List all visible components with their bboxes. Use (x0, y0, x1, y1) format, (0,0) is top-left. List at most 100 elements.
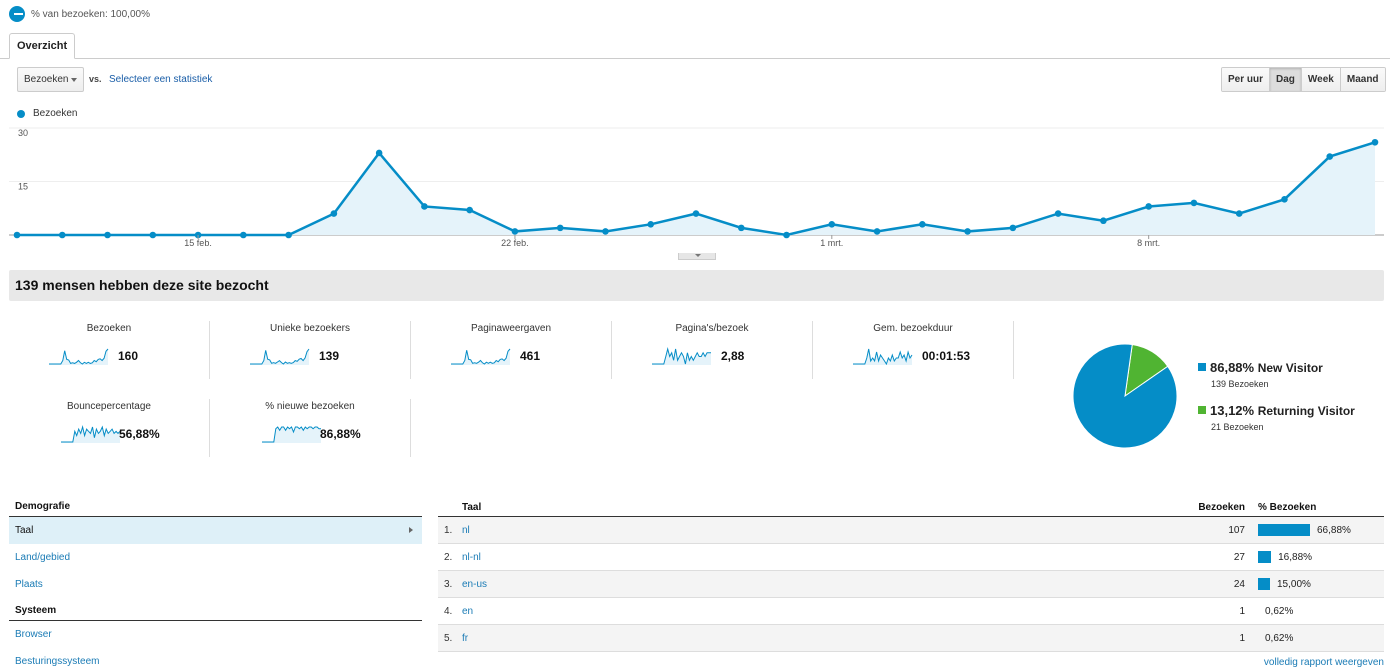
data-point (421, 203, 428, 210)
row-pct: 0,62% (1265, 606, 1294, 617)
row-visits: 24 (1233, 579, 1245, 590)
nav-item-os[interactable]: Besturingssysteem (9, 648, 422, 670)
row-pct: 0,62% (1265, 633, 1294, 644)
tab-overview[interactable]: Overzicht (9, 33, 76, 59)
row-language-link[interactable]: en (462, 606, 473, 617)
system-header: Systeem (9, 604, 422, 621)
data-point (556, 224, 564, 232)
data-point (58, 231, 66, 239)
row-language-link[interactable]: en-us (462, 579, 487, 590)
col-header-visits[interactable]: Bezoeken (1198, 502, 1245, 513)
select-metric-link[interactable]: Selecteer een statistiek (109, 74, 212, 85)
metric-tile[interactable]: Unieke bezoekers 139 (210, 321, 410, 379)
data-point (737, 224, 745, 232)
visits-line-chart[interactable]: 30 15 15 feb. 22 feb. 1 mrt. 8 mrt. (0, 120, 1390, 255)
row-visits: 1 (1239, 606, 1245, 617)
period-hour-button[interactable]: Per uur (1222, 68, 1270, 91)
period-week-button[interactable]: Week (1300, 68, 1340, 91)
segment-indicator[interactable]: % van bezoeken: 100,00% (9, 6, 150, 22)
data-point (783, 231, 790, 239)
nav-item-country[interactable]: Land/gebied (9, 544, 422, 571)
table-row: 3. en-us 24 15,00% (438, 571, 1384, 598)
metric-title: Unieke bezoekers (269, 323, 351, 334)
sparkline-area (61, 427, 120, 443)
metric-value: 56,88% (119, 427, 160, 441)
row-language-link[interactable]: nl-nl (462, 552, 481, 563)
data-point (1371, 138, 1379, 146)
legend-swatch (1198, 406, 1206, 414)
row-index: 3. (444, 579, 453, 590)
x-tick-label: 15 feb. (184, 238, 212, 248)
visitor-type-pie[interactable] (1071, 342, 1179, 450)
nav-item-city[interactable]: Plaats (9, 571, 422, 598)
row-index: 4. (444, 606, 453, 617)
x-tick-label: 8 mrt. (1137, 238, 1160, 248)
metric-tile[interactable]: Bouncepercentage 56,88% (9, 399, 209, 457)
metric-value: 461 (520, 349, 541, 363)
sparkline-area (250, 349, 309, 365)
data-point (828, 221, 836, 228)
metric-tile[interactable]: Gem. bezoekduur 00:01:53 (813, 321, 1013, 379)
chevron-down-icon (71, 78, 77, 82)
row-pct: 15,00% (1277, 579, 1311, 590)
col-header-language: Taal (462, 502, 482, 513)
row-language-link[interactable]: fr (462, 633, 468, 644)
row-language-link[interactable]: nl (462, 525, 470, 536)
data-point (511, 228, 519, 235)
data-point (1235, 210, 1243, 217)
legend-label: Returning Visitor (1257, 404, 1355, 418)
metric-tile[interactable]: Bezoeken 160 (9, 321, 209, 379)
legend-swatch (1198, 363, 1206, 371)
data-point (330, 210, 338, 217)
table-row: 5. fr 1 0,62% (438, 625, 1384, 652)
row-index: 5. (444, 633, 453, 644)
legend-pct: 13,12% (1210, 403, 1258, 418)
metric-tile[interactable]: Pagina's/bezoek 2,88 (612, 321, 812, 379)
row-pct: 66,88% (1317, 525, 1351, 536)
tab-bar: Overzicht (0, 33, 1390, 59)
data-point (375, 149, 383, 157)
full-report-link[interactable]: volledig rapport weergeven (1264, 657, 1384, 668)
tile-divider (410, 399, 411, 457)
period-day-button[interactable]: Dag (1269, 68, 1301, 91)
x-tick-label: 22 feb. (501, 238, 529, 248)
data-point (240, 231, 247, 239)
sparkline (652, 347, 711, 365)
sparkline (262, 426, 321, 443)
sparkline (451, 348, 511, 365)
row-pct-bar (1258, 524, 1310, 536)
table-row: 1. nl 107 66,88% (438, 517, 1384, 544)
metric-value: 86,88% (320, 427, 361, 441)
metric-title: Pagina's/bezoek (675, 323, 749, 334)
nav-item-language[interactable]: Taal (9, 517, 422, 544)
metric-select-value: Bezoeken (24, 74, 69, 85)
data-point (919, 221, 926, 228)
period-selector: Per uur Dag Week Maand (1221, 67, 1386, 92)
legend-label: Bezoeken (33, 108, 78, 119)
sparkline (250, 348, 310, 365)
summary-title: 139 mensen hebben deze site bezocht (9, 270, 1384, 301)
data-point (692, 210, 700, 217)
data-point (1100, 217, 1107, 225)
metric-title: Gem. bezoekduur (873, 323, 953, 334)
language-table: Taal Bezoeken % Bezoeken 1. nl 107 66,88% 2.… (438, 500, 1384, 652)
pie-legend-item: 86,88% New Visitor 139 Bezoeken (1198, 360, 1323, 389)
sparkline-area (652, 349, 711, 365)
chart-resize-handle[interactable] (678, 253, 716, 260)
data-point (1281, 196, 1288, 203)
sparkline (49, 348, 109, 365)
metric-select[interactable]: Bezoeken (17, 67, 84, 92)
data-point (647, 221, 655, 228)
period-month-button[interactable]: Maand (1339, 68, 1385, 91)
pie-legend-item: 13,12% Returning Visitor 21 Bezoeken (1198, 403, 1355, 432)
metric-tile[interactable]: % nieuwe bezoeken 86,88% (210, 399, 410, 457)
nav-item-browser[interactable]: Browser (9, 621, 422, 648)
metric-tile[interactable]: Paginaweergaven 461 (411, 321, 611, 379)
row-index: 2. (444, 552, 453, 563)
x-tick-label: 1 mrt. (820, 238, 843, 248)
col-header-visits-pct[interactable]: % Bezoeken (1258, 502, 1316, 513)
data-point (466, 206, 473, 214)
sparkline-area (49, 349, 108, 365)
data-point (964, 228, 971, 235)
chart-legend: Bezoeken (17, 108, 77, 119)
